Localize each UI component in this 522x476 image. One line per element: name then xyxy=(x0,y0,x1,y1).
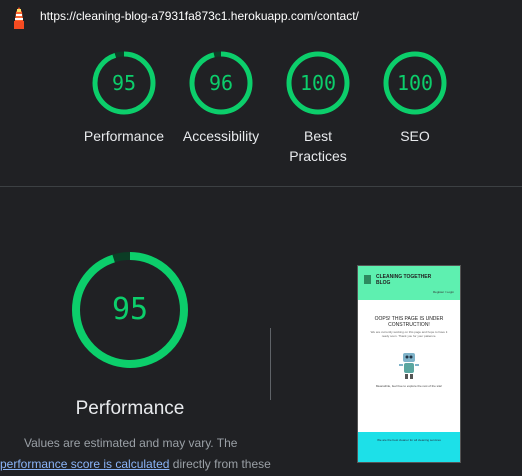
gauge-score: 96 xyxy=(208,71,234,95)
thumbnail-site-title: CLEANING TOGETHER BLOG xyxy=(376,274,432,286)
thumbnail-footer: We are the best cleaner for all cleaning… xyxy=(358,432,460,462)
performance-gauge-large: 95 xyxy=(70,250,190,370)
vertical-divider xyxy=(270,328,271,400)
gauge-seo[interactable]: 100 xyxy=(382,50,448,116)
gauge-best-practices[interactable]: 100 xyxy=(285,50,351,116)
thumbnail-meanwhile: Meanwhile, feel free to explore the rest… xyxy=(375,384,443,388)
gauge-label-accessibility: Accessibility xyxy=(182,128,260,144)
robot-illustration-icon xyxy=(399,353,419,379)
performance-score: 95 xyxy=(111,292,149,327)
gauge-score: 95 xyxy=(111,71,137,95)
report-url[interactable]: https://cleaning-blog-a7931fa873c1.herok… xyxy=(40,9,359,23)
performance-description-line1: Values are estimated and may vary. The xyxy=(24,436,238,450)
performance-title: Performance xyxy=(75,398,185,419)
final-screenshot-thumbnail[interactable]: CLEANING TOGETHER BLOG Register / Login … xyxy=(357,265,461,463)
lighthouse-icon xyxy=(14,7,24,29)
section-divider xyxy=(0,186,522,187)
site-logo-icon xyxy=(364,275,371,284)
gauge-performance[interactable]: 95 xyxy=(91,50,157,116)
thumbnail-footer-text: We are the best cleaner for all cleaning… xyxy=(377,438,441,442)
page-header: https://cleaning-blog-a7931fa873c1.herok… xyxy=(0,0,522,34)
thumbnail-body: We are currently working on this page an… xyxy=(370,330,448,338)
gauge-label-seo: SEO xyxy=(400,128,430,144)
gauge-accessibility[interactable]: 96 xyxy=(188,50,254,116)
thumbnail-header: CLEANING TOGETHER BLOG Register / Login xyxy=(358,266,460,300)
performance-description-line2: performance score is calculated directly… xyxy=(0,457,271,471)
thumbnail-heading: OOPS! THIS PAGE IS UNDER CONSTRUCTION! xyxy=(374,316,444,328)
gauge-score: 100 xyxy=(396,71,434,95)
gauge-score: 100 xyxy=(299,71,337,95)
gauge-label-best-practices: Best Practices xyxy=(289,128,347,164)
score-calculated-link[interactable]: performance score is calculated xyxy=(0,457,169,471)
gauge-label-performance: Performance xyxy=(83,128,165,144)
description-rest: directly from these xyxy=(172,457,271,471)
thumbnail-register-link: Register / Login xyxy=(432,290,454,294)
